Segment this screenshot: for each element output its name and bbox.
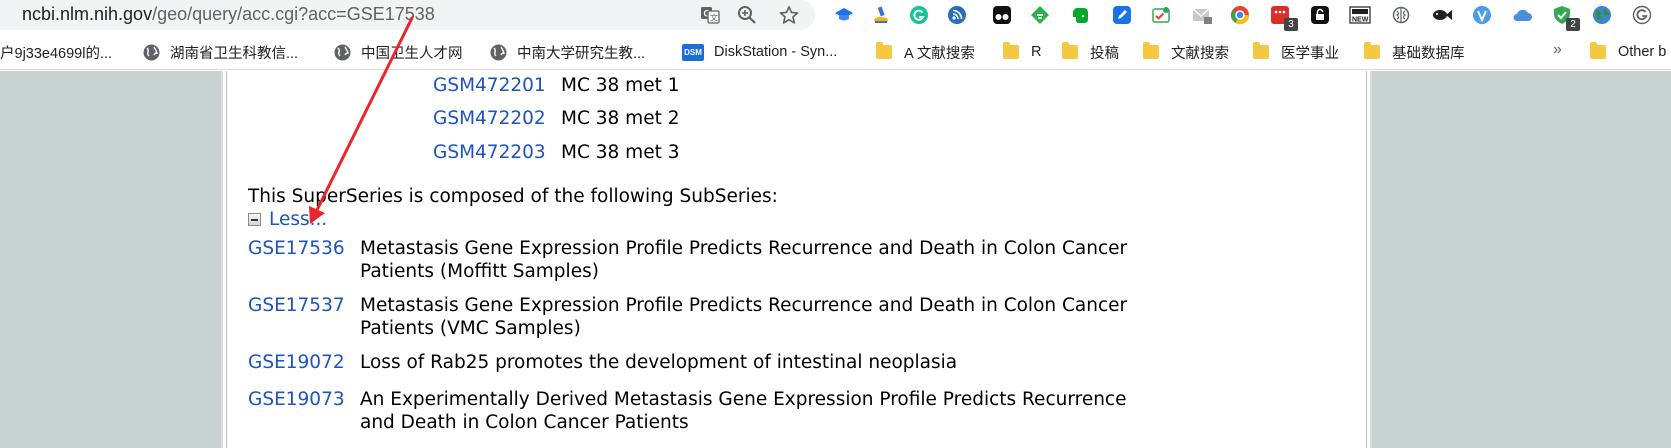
- svg-text:NEW: NEW: [1352, 17, 1369, 24]
- subseries-link[interactable]: GSE17536: [248, 238, 345, 259]
- sample-link[interactable]: GSM472201: [433, 75, 546, 96]
- globe-icon: [334, 44, 351, 61]
- evernote-icon[interactable]: [1069, 3, 1093, 27]
- less-toggle[interactable]: Less...: [248, 209, 327, 230]
- folder-icon: [1003, 42, 1019, 59]
- bookmark-label: 医学事业: [1281, 45, 1339, 62]
- address-bar[interactable]: ncbi.nlm.nih.gov/geo/query/acc.cgi?acc=G…: [0, 0, 815, 30]
- globe-icon[interactable]: [1590, 3, 1614, 27]
- shield-badge: 2: [1566, 18, 1580, 31]
- chrome-icon[interactable]: [1228, 3, 1252, 27]
- bookmark-item[interactable]: 中国卫生人才网: [334, 41, 463, 63]
- bookmark-folder[interactable]: 投稿: [1062, 41, 1119, 63]
- url-host: ncbi.nlm.nih.gov: [22, 4, 153, 24]
- bookmark-label: 基础数据库: [1392, 45, 1465, 62]
- superseries-intro: This SuperSeries is composed of the foll…: [248, 186, 778, 207]
- grammarly-icon[interactable]: [907, 3, 931, 27]
- subseries-title: Metastasis Gene Expression Profile Predi…: [360, 238, 1128, 282]
- bookmark-item[interactable]: 中南大学研究生教...: [490, 41, 645, 63]
- google-icon[interactable]: [1630, 3, 1654, 27]
- bookmark-folder[interactable]: R: [1003, 41, 1041, 63]
- microscope-icon[interactable]: [869, 3, 893, 27]
- folder-icon: [1590, 42, 1606, 59]
- less-link[interactable]: Less...: [269, 209, 327, 230]
- bookmark-label: DiskStation - Syn...: [714, 44, 838, 60]
- rss-reader-icon[interactable]: [945, 3, 969, 27]
- shield-check-icon[interactable]: 2: [1550, 3, 1580, 31]
- subseries-link[interactable]: GSE19073: [248, 389, 345, 410]
- sample-link[interactable]: GSM472203: [433, 142, 546, 163]
- bookmark-item[interactable]: 湖南省卫生科教信...: [143, 41, 298, 63]
- folder-icon: [876, 42, 892, 59]
- bookmark-label: Other b: [1618, 44, 1667, 60]
- folder-icon: [1062, 42, 1078, 59]
- sample-label: MC 38 met 2: [561, 108, 680, 129]
- bookmark-label: 湖南省卫生科教信...: [170, 45, 299, 62]
- bookmark-item[interactable]: DSM DiskStation - Syn...: [682, 41, 837, 63]
- bookmark-label: 户9j33e4699l的...: [0, 45, 113, 62]
- collapse-icon[interactable]: [248, 213, 261, 226]
- pen-icon[interactable]: [1110, 3, 1134, 27]
- bookmark-item[interactable]: 户9j33e4699l的...: [0, 41, 112, 63]
- sample-label: MC 38 met 1: [561, 75, 680, 96]
- url-text[interactable]: ncbi.nlm.nih.gov/geo/query/acc.cgi?acc=G…: [22, 4, 435, 25]
- bookmark-folder[interactable]: 文献搜索: [1143, 41, 1229, 63]
- bookmarks-overflow-button[interactable]: »: [1553, 41, 1562, 59]
- brain-icon[interactable]: [1389, 3, 1413, 27]
- zoom-icon[interactable]: [735, 3, 759, 27]
- globe-icon: [490, 44, 507, 61]
- globe-icon: [143, 44, 160, 61]
- apps-icon[interactable]: 3: [1268, 3, 1298, 31]
- subseries-title: Loss of Rab25 promotes the development o…: [360, 352, 958, 373]
- subseries-link[interactable]: GSE17537: [248, 295, 345, 316]
- svg-text:文: 文: [710, 13, 718, 23]
- lock-icon[interactable]: [1308, 3, 1332, 27]
- graduation-cap-icon[interactable]: [832, 3, 856, 27]
- bookmarks-bar: 户9j33e4699l的... 湖南省卫生科教信... 中国卫生人才网 中南大学…: [0, 33, 1671, 70]
- v-icon[interactable]: [1470, 3, 1494, 27]
- checklist-icon[interactable]: [1149, 3, 1173, 27]
- dsm-logo-icon: DSM: [682, 43, 704, 61]
- tampermonkey-icon[interactable]: [990, 3, 1014, 27]
- bookmark-label: 中国卫生人才网: [361, 45, 463, 62]
- subseries-link[interactable]: GSE19072: [248, 352, 345, 373]
- panel-border-left: [226, 71, 227, 448]
- browser-toolbar: ncbi.nlm.nih.gov/geo/query/acc.cgi?acc=G…: [0, 0, 1671, 33]
- apps-badge: 3: [1284, 18, 1298, 31]
- url-path: /geo/query/acc.cgi?acc=GSE17538: [152, 4, 435, 24]
- bookmark-label: 文献搜索: [1171, 45, 1229, 62]
- feedly-icon[interactable]: [1028, 3, 1052, 27]
- folder-icon: [1143, 42, 1159, 59]
- folder-icon: [1253, 42, 1269, 59]
- sample-label: MC 38 met 3: [561, 142, 680, 163]
- subseries-title: An Experimentally Derived Metastasis Gen…: [360, 389, 1127, 433]
- bookmark-label: R: [1031, 44, 1042, 60]
- bookmark-folder[interactable]: A 文献搜索: [876, 41, 975, 63]
- new-icon[interactable]: NEW: [1348, 3, 1372, 27]
- mail-icon[interactable]: [1190, 3, 1214, 27]
- translate-icon[interactable]: G文: [698, 3, 722, 27]
- bookmark-folder[interactable]: Other b: [1590, 41, 1666, 63]
- sample-link[interactable]: GSM472202: [433, 108, 546, 129]
- folder-icon: [1364, 42, 1380, 59]
- bookmark-folder[interactable]: 基础数据库: [1364, 41, 1465, 63]
- bookmark-folder[interactable]: 医学事业: [1253, 41, 1339, 63]
- panel-border-right: [1366, 71, 1367, 448]
- fish-icon[interactable]: [1430, 3, 1454, 27]
- bookmark-label: 投稿: [1090, 45, 1119, 62]
- cloud-icon[interactable]: [1510, 3, 1534, 27]
- bookmark-label: 中南大学研究生教...: [517, 45, 646, 62]
- star-icon[interactable]: [777, 3, 801, 27]
- subseries-title: Metastasis Gene Expression Profile Predi…: [360, 295, 1128, 339]
- bookmark-label: A 文献搜索: [904, 45, 975, 62]
